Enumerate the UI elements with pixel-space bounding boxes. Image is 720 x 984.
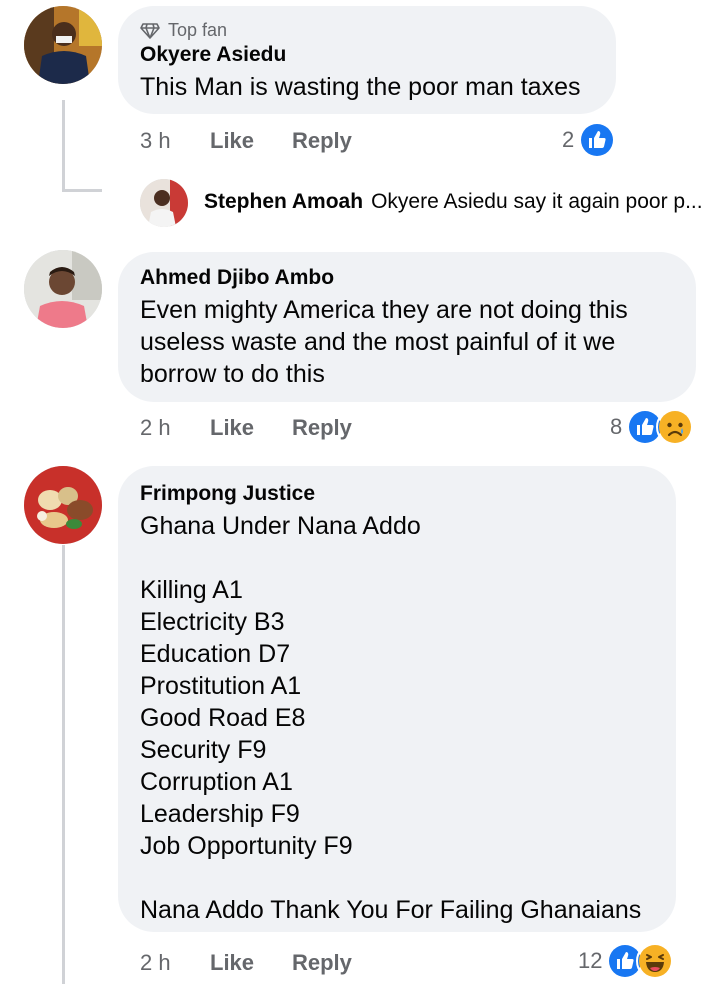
top-fan-badge: Top fan: [140, 20, 616, 41]
like-button[interactable]: Like: [210, 415, 292, 441]
reply-thread-line: [62, 545, 65, 984]
reaction-summary[interactable]: 8: [610, 408, 695, 446]
reply-author[interactable]: Stephen Amoah: [204, 190, 363, 214]
comment-time[interactable]: 3 h: [140, 128, 210, 154]
avatar-stephen-amoah[interactable]: [140, 179, 188, 227]
comment-bubble: Frimpong Justice Ghana Under Nana Addo K…: [118, 466, 676, 932]
like-icon: [578, 121, 617, 159]
reply-button[interactable]: Reply: [292, 415, 352, 441]
diamond-icon: [140, 22, 160, 39]
reply-preview-text: Okyere Asiedu say it again poor p...: [371, 190, 703, 213]
comment-text: Ghana Under Nana Addo Killing A1 Electri…: [140, 512, 642, 924]
comment-actions: 3 h Like Reply: [140, 128, 352, 154]
comment-time[interactable]: 2 h: [140, 950, 210, 976]
avatar-frimpong-justice[interactable]: [24, 466, 102, 544]
comment-author[interactable]: Frimpong Justice: [140, 482, 676, 506]
sad-icon: [656, 408, 695, 446]
reply-thread-connector: [62, 189, 102, 192]
comment-bubble: Top fan Okyere Asiedu This Man is wastin…: [118, 6, 616, 114]
reply-button[interactable]: Reply: [292, 128, 352, 154]
like-button[interactable]: Like: [210, 128, 292, 154]
haha-icon: [636, 942, 675, 980]
comment-author[interactable]: Ahmed Djibo Ambo: [140, 266, 696, 290]
avatar-ahmed-djibo-ambo[interactable]: [24, 250, 102, 328]
reply-button[interactable]: Reply: [292, 950, 352, 976]
reaction-count: 12: [578, 948, 603, 973]
comment-text: This Man is wasting the poor man taxes: [140, 73, 581, 101]
reaction-count: 2: [562, 127, 575, 152]
comment-time[interactable]: 2 h: [140, 415, 210, 441]
comment-actions: 2 h Like Reply: [140, 950, 352, 976]
reaction-summary[interactable]: 2: [562, 121, 617, 159]
like-button[interactable]: Like: [210, 950, 292, 976]
comment-bubble: Ahmed Djibo Ambo Even mighty America the…: [118, 252, 696, 402]
reply-comment[interactable]: Stephen Amoah Okyere Asiedu say it again…: [204, 190, 703, 214]
avatar-okyere-asiedu[interactable]: [24, 6, 102, 84]
comment-text: Even mighty America they are not doing t…: [140, 296, 628, 388]
reaction-summary[interactable]: 12: [578, 942, 675, 980]
comment-actions: 2 h Like Reply: [140, 415, 352, 441]
reply-thread-line: [62, 100, 65, 192]
badge-label: Top fan: [168, 20, 228, 40]
reaction-count: 8: [610, 414, 623, 439]
comment-author[interactable]: Okyere Asiedu: [140, 43, 616, 67]
